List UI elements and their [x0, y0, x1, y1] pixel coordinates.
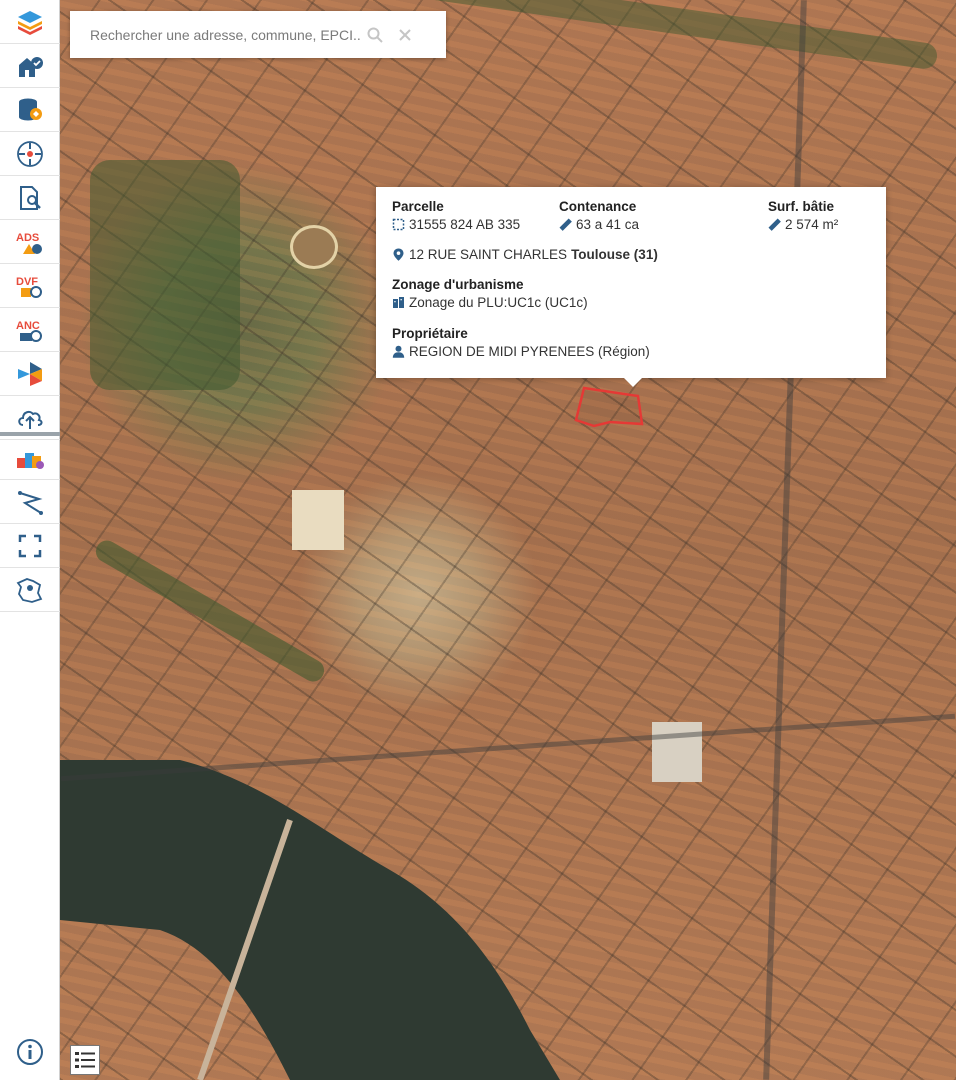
database-icon — [19, 98, 42, 120]
anc-icon: ANC — [16, 320, 42, 342]
compass-button[interactable] — [0, 132, 60, 176]
svg-text:ADS: ADS — [16, 232, 39, 244]
parcelle-heading: Parcelle — [392, 199, 444, 214]
search-parcel-icon — [20, 185, 41, 210]
park-area — [90, 160, 240, 390]
france-map-button[interactable] — [0, 568, 60, 612]
square-plaza — [292, 490, 344, 550]
shapes-button[interactable] — [0, 436, 60, 480]
share-button[interactable] — [0, 352, 60, 396]
dvf-button[interactable]: DVF — [0, 264, 60, 308]
search-parcel-button[interactable] — [0, 176, 60, 220]
parcel-icon — [392, 218, 405, 231]
anc-button[interactable]: ANC — [0, 308, 60, 352]
fullscreen-icon — [18, 534, 42, 557]
round-building — [290, 225, 338, 269]
database-button[interactable] — [0, 88, 60, 132]
buildings-button[interactable] — [0, 44, 60, 88]
legend-button[interactable] — [70, 1045, 100, 1075]
dvf-icon: DVF — [16, 276, 42, 298]
river-garonne — [60, 760, 560, 1080]
fullscreen-button[interactable] — [0, 524, 60, 568]
search-icon[interactable] — [360, 20, 390, 50]
buildings-icon — [19, 56, 43, 77]
zonage-heading: Zonage d'urbanisme — [392, 277, 524, 292]
clear-icon[interactable] — [390, 20, 420, 50]
user-icon — [392, 345, 405, 358]
selected-parcel-outline[interactable] — [574, 386, 646, 430]
map-marker-icon — [393, 248, 404, 261]
measure-icon — [18, 490, 43, 515]
street — [763, 0, 807, 1080]
shapes-icon — [17, 452, 44, 469]
ruler-icon — [768, 218, 781, 231]
france-map-icon — [16, 577, 43, 603]
surf-batie-heading: Surf. bâtie — [768, 199, 835, 214]
proprietaire-heading: Propriétaire — [392, 326, 468, 341]
info-button[interactable] — [0, 1030, 60, 1074]
city-text: Toulouse (31) — [571, 247, 658, 262]
surf-batie-value: 2 574 m² — [785, 217, 839, 232]
layers-icon — [18, 10, 42, 35]
proprietaire-value: REGION DE MIDI PYRENEES (Région) — [409, 344, 650, 359]
address-text: 12 RUE SAINT CHARLES — [409, 247, 568, 262]
ads-button[interactable]: ADS — [0, 220, 60, 264]
parcel-info-popup: Parcelle 31555 824 AB 335 Contenance 63 … — [376, 187, 886, 387]
ruler-icon — [559, 218, 572, 231]
zonage-value: Zonage du PLU:UC1c (UC1c) — [409, 295, 588, 310]
aerial-map[interactable] — [60, 0, 956, 1080]
share-icon — [18, 361, 42, 386]
left-toolbar: ADS DVF ANC — [0, 0, 60, 1080]
measure-button[interactable] — [0, 480, 60, 524]
info-icon — [17, 1039, 43, 1065]
ads-icon: ADS — [16, 232, 42, 254]
search-bar — [70, 11, 446, 58]
parcelle-value: 31555 824 AB 335 — [409, 217, 521, 232]
tree-row — [91, 536, 329, 686]
compass-icon — [17, 140, 43, 167]
contenance-value: 63 a 41 ca — [576, 217, 640, 232]
list-icon — [75, 1052, 95, 1068]
search-input[interactable] — [70, 26, 360, 43]
zoning-icon — [393, 297, 404, 308]
layers-button[interactable] — [0, 0, 60, 44]
upload-cloud-icon — [18, 410, 43, 429]
contenance-heading: Contenance — [559, 199, 637, 214]
